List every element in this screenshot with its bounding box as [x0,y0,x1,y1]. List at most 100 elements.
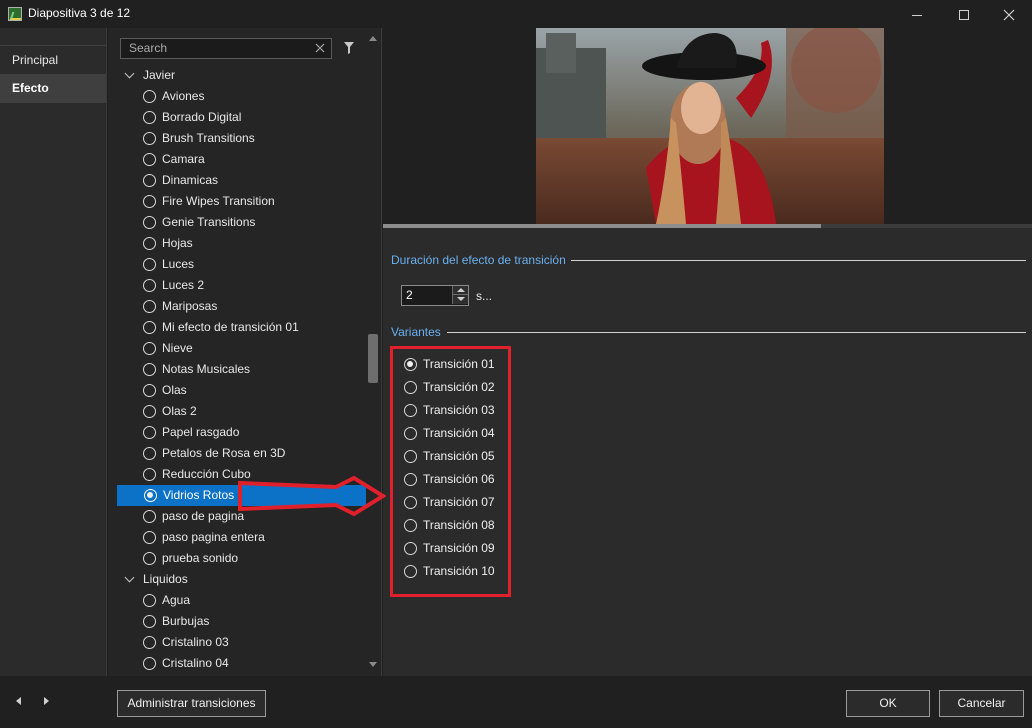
radio-button[interactable] [143,90,156,103]
cancel-button[interactable]: Cancelar [939,690,1024,717]
radio-button[interactable] [404,519,417,532]
radio-button[interactable] [143,384,156,397]
tree-item[interactable]: Camara [116,149,366,170]
tree-item[interactable]: Olas [116,380,366,401]
filter-icon[interactable] [344,42,354,54]
radio-button[interactable] [143,279,156,292]
variant-option[interactable]: Transición 05 [403,445,495,468]
radio-button[interactable] [143,552,156,565]
radio-button[interactable] [143,510,156,523]
variant-option[interactable]: Transición 02 [403,376,495,399]
manage-transitions-button[interactable]: Administrar transiciones [117,690,266,717]
radio-button[interactable] [143,237,156,250]
next-slide-icon[interactable] [44,697,49,705]
clear-search-button[interactable] [312,40,328,56]
radio-button[interactable] [404,565,417,578]
tree-item[interactable]: Petalos de Rosa en 3D [116,443,366,464]
duration-value[interactable]: 2 [406,288,413,302]
tree-item[interactable]: Mariposas [116,296,366,317]
tree-item[interactable]: Mi efecto de transición 01 [116,317,366,338]
tree-item[interactable]: Fire Wipes Transition [116,191,366,212]
close-button[interactable] [986,0,1032,28]
nav-item-principal[interactable]: Principal [0,45,106,74]
variant-option[interactable]: Transición 06 [403,468,495,491]
nav-item-efecto[interactable]: Efecto [0,74,106,103]
radio-button[interactable] [143,468,156,481]
tree-item[interactable]: Burbujas [116,611,366,632]
scroll-thumb[interactable] [368,334,378,383]
tree-group[interactable]: Javier [116,65,366,86]
tree-item[interactable]: Brush Transitions [116,128,366,149]
maximize-button[interactable] [941,0,987,28]
radio-button[interactable] [143,111,156,124]
radio-button[interactable] [404,358,417,371]
preview-progress[interactable] [383,224,1032,228]
radio-button[interactable] [143,153,156,166]
tree-item[interactable]: Nieve [116,338,366,359]
radio-button[interactable] [404,473,417,486]
tree-item[interactable]: Cristalino 04 [116,653,366,674]
tree-item[interactable]: Aviones [116,86,366,107]
variant-option[interactable]: Transición 09 [403,537,495,560]
tree-scrollbar[interactable] [366,28,380,676]
radio-button[interactable] [404,381,417,394]
search-input[interactable]: Search [120,38,332,59]
radio-button[interactable] [143,657,156,670]
previous-slide-icon[interactable] [16,697,21,705]
variant-option[interactable]: Transición 03 [403,399,495,422]
tree-item[interactable]: Olas 2 [116,401,366,422]
tree-group[interactable]: Liquidos [116,569,366,590]
radio-button[interactable] [143,615,156,628]
tree-item[interactable]: Dinamicas [116,170,366,191]
variant-label: Transición 03 [423,403,495,417]
radio-button[interactable] [143,321,156,334]
tree-item[interactable]: Papel rasgado [116,422,366,443]
radio-button[interactable] [404,542,417,555]
radio-button[interactable] [404,404,417,417]
radio-button[interactable] [404,496,417,509]
tree-item[interactable]: Genie Transitions [116,212,366,233]
variant-option[interactable]: Transición 10 [403,560,495,583]
variant-option[interactable]: Transición 07 [403,491,495,514]
tree-item[interactable]: Cristalino 03 [116,632,366,653]
ok-button[interactable]: OK [846,690,930,717]
radio-button[interactable] [143,300,156,313]
duration-unit-button[interactable]: s... [476,289,492,303]
tree-item[interactable]: Borrado Digital [116,107,366,128]
radio-button[interactable] [143,636,156,649]
radio-button[interactable] [143,363,156,376]
radio-button[interactable] [143,132,156,145]
tree-item[interactable]: Agua [116,590,366,611]
scroll-up-icon[interactable] [369,36,377,41]
tree-item[interactable]: Notas Musicales [116,359,366,380]
radio-button[interactable] [143,405,156,418]
radio-button[interactable] [143,258,156,271]
spin-down-icon[interactable] [452,295,468,304]
radio-button[interactable] [143,216,156,229]
chevron-down-icon[interactable] [124,68,135,79]
scroll-down-icon[interactable] [369,662,377,667]
radio-button[interactable] [404,427,417,440]
tree-item-label: Cristalino 04 [162,656,229,670]
radio-button[interactable] [404,450,417,463]
radio-button[interactable] [143,426,156,439]
minimize-button[interactable] [894,0,940,28]
tree-item[interactable]: Hojas [116,233,366,254]
radio-button[interactable] [143,195,156,208]
radio-button[interactable] [143,174,156,187]
tree-item[interactable]: paso pagina entera [116,527,366,548]
radio-button[interactable] [143,594,156,607]
spin-up-icon[interactable] [452,286,468,295]
radio-button[interactable] [144,489,157,502]
duration-spinbox[interactable]: 2 [401,285,469,306]
tree-item[interactable]: prueba sonido [116,548,366,569]
radio-button[interactable] [143,531,156,544]
radio-button[interactable] [143,447,156,460]
variant-option[interactable]: Transición 04 [403,422,495,445]
tree-item[interactable]: Luces [116,254,366,275]
chevron-down-icon[interactable] [124,572,135,583]
variant-option[interactable]: Transición 01 [403,353,495,376]
radio-button[interactable] [143,342,156,355]
tree-item[interactable]: Luces 2 [116,275,366,296]
variant-option[interactable]: Transición 08 [403,514,495,537]
